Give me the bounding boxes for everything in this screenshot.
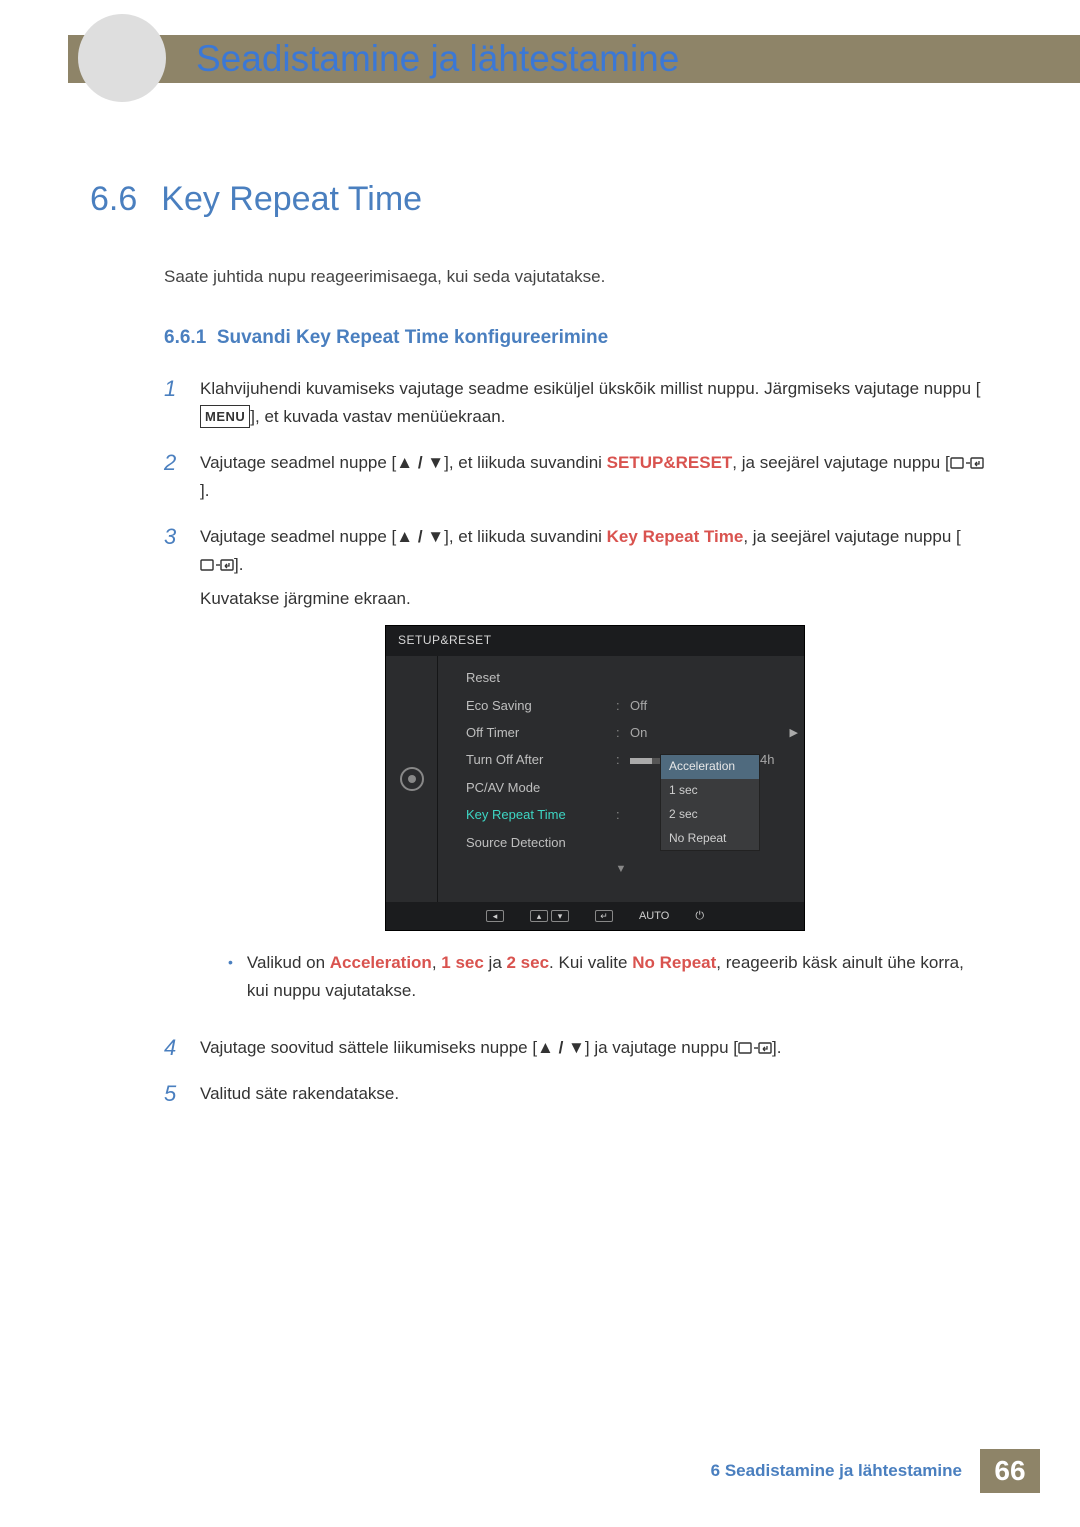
osd-option: 2 sec [661,803,759,827]
gear-icon [400,767,424,791]
sep: : [616,749,630,770]
osd-footer-auto: AUTO [639,907,669,925]
osd-label: Off Timer [466,722,616,743]
section-intro: Saate juhtida nupu reageerimisaega, kui … [164,267,990,287]
osd-option-selected: Acceleration [661,755,759,779]
keyword: Acceleration [330,953,432,972]
subsection-header: 6.6.1 Suvandi Key Repeat Time konfiguree… [164,327,990,349]
keyword-setup-reset: SETUP&RESET [607,453,733,472]
step-number: 2 [164,449,182,505]
chapter-circle-icon [78,14,166,102]
menu-button-glyph: MENU [200,405,250,428]
chevron-right-icon: ▶ [790,724,798,742]
osd-screenshot: SETUP&RESET Reset Eco Saving:Off Off Tim… [385,625,805,931]
text: Klahvijuhendi kuvamiseks vajutage seadme… [200,379,981,398]
osd-label: Eco Saving [466,695,616,716]
text: . Kui valite [549,953,632,972]
keyword: 1 sec [441,953,484,972]
text: ]. [772,1038,781,1057]
screen-caption: Kuvatakse järgmine ekraan. [200,585,990,613]
footer-chapter: 6 Seadistamine ja lähtestamine [711,1461,962,1481]
osd-row-reset: Reset [438,664,804,691]
section-header: 6.6 Key Repeat Time [90,180,990,219]
step-5: 5 Valitud säte rakendatakse. [164,1080,990,1109]
enter-icon [200,557,234,573]
chevron-down-icon: ▼ [438,860,804,878]
osd-footer-updown-icon: ▴▾ [530,907,569,925]
step-body: Valitud säte rakendatakse. [200,1080,990,1109]
text: Valikud on [247,953,330,972]
step-body: Vajutage seadmel nuppe [▲ / ▼], et liiku… [200,523,990,1016]
osd-body: Reset Eco Saving:Off Off Timer:On Turn O… [386,656,804,902]
osd-list: Reset Eco Saving:Off Off Timer:On Turn O… [438,656,804,902]
text: , ja seejärel vajutage nuppu [ [743,527,960,546]
text: Vajutage soovitud sättele liikumiseks nu… [200,1038,537,1057]
step-number: 5 [164,1080,182,1109]
step-number: 4 [164,1034,182,1063]
sep: : [616,695,630,716]
step-1: 1 Klahvijuhendi kuvamiseks vajutage sead… [164,375,990,431]
page-content: 6.6 Key Repeat Time Saate juhtida nupu r… [90,180,990,1127]
step-body: Klahvijuhendi kuvamiseks vajutage seadme… [200,375,990,431]
text: ], et liikuda suvandini [444,527,607,546]
text: ] ja vajutage nuppu [ [585,1038,738,1057]
up-down-icon: ▲ / ▼ [396,453,444,472]
text: ja [484,953,507,972]
text: ]. [200,481,209,500]
step-body: Vajutage soovitud sättele liikumiseks nu… [200,1034,990,1063]
keyword: No Repeat [632,953,716,972]
up-down-icon: ▲ / ▼ [396,527,444,546]
enter-icon [738,1040,772,1056]
step-3: 3 Vajutage seadmel nuppe [▲ / ▼], et lii… [164,523,990,1016]
osd-label: Reset [466,667,616,688]
step-number: 1 [164,375,182,431]
text: ], et liikuda suvandini [444,453,607,472]
osd-label: Source Detection [466,832,616,853]
osd-label: Key Repeat Time [466,804,616,825]
keyword: 2 sec [507,953,550,972]
osd-row-eco: Eco Saving:Off [438,692,804,719]
osd-label: Turn Off After [466,749,616,770]
text: Vajutage seadmel nuppe [ [200,527,396,546]
osd-sidebar [386,656,438,902]
osd-footer-left-icon: ◂ [486,907,504,925]
subsection-number: 6.6.1 [164,327,206,348]
osd-row-offtimer: Off Timer:On [438,719,804,746]
text: Vajutage seadmel nuppe [ [200,453,396,472]
osd-option: 1 sec [661,779,759,803]
sep: : [616,804,630,825]
osd-option: No Repeat [661,827,759,851]
subsection-title: Suvandi Key Repeat Time konfigureerimine [217,327,608,348]
step-body: Vajutage seadmel nuppe [▲ / ▼], et liiku… [200,449,990,505]
up-down-icon: ▲ / ▼ [537,1038,585,1057]
osd-value: Off [630,695,790,716]
text: , [432,953,441,972]
sep: : [616,722,630,743]
step-4: 4 Vajutage soovitud sättele liikumiseks … [164,1034,990,1063]
osd-footer-enter-icon: ↵ [595,907,613,925]
section-title: Key Repeat Time [161,180,422,219]
page-footer: 6 Seadistamine ja lähtestamine 66 [711,1449,1040,1493]
osd-title: SETUP&RESET [386,626,804,656]
keyword-key-repeat-time: Key Repeat Time [607,527,744,546]
page-number: 66 [980,1449,1040,1493]
osd-footer: ◂ ▴▾ ↵ AUTO ⏻ [386,902,804,930]
step-2: 2 Vajutage seadmel nuppe [▲ / ▼], et lii… [164,449,990,505]
osd-value-text: 4h [760,752,774,767]
bullet-icon: • [228,949,233,1003]
osd-value: On [630,722,790,743]
osd-footer-power-icon: ⏻ [695,907,704,925]
bullet-text: Valikud on Acceleration, 1 sec ja 2 sec.… [247,949,990,1003]
text: ]. [234,555,243,574]
step-number: 3 [164,523,182,1016]
enter-icon [950,455,984,471]
text: ], et kuvada vastav menüüekraan. [250,407,505,426]
steps-list: 1 Klahvijuhendi kuvamiseks vajutage sead… [164,375,990,1109]
bullet-note: • Valikud on Acceleration, 1 sec ja 2 se… [228,949,990,1003]
section-number: 6.6 [90,180,137,219]
chapter-title: Seadistamine ja lähtestamine [196,38,679,80]
osd-dropdown: Acceleration 1 sec 2 sec No Repeat [660,754,760,851]
osd-label: PC/AV Mode [466,777,616,798]
text: , ja seejärel vajutage nuppu [ [732,453,949,472]
